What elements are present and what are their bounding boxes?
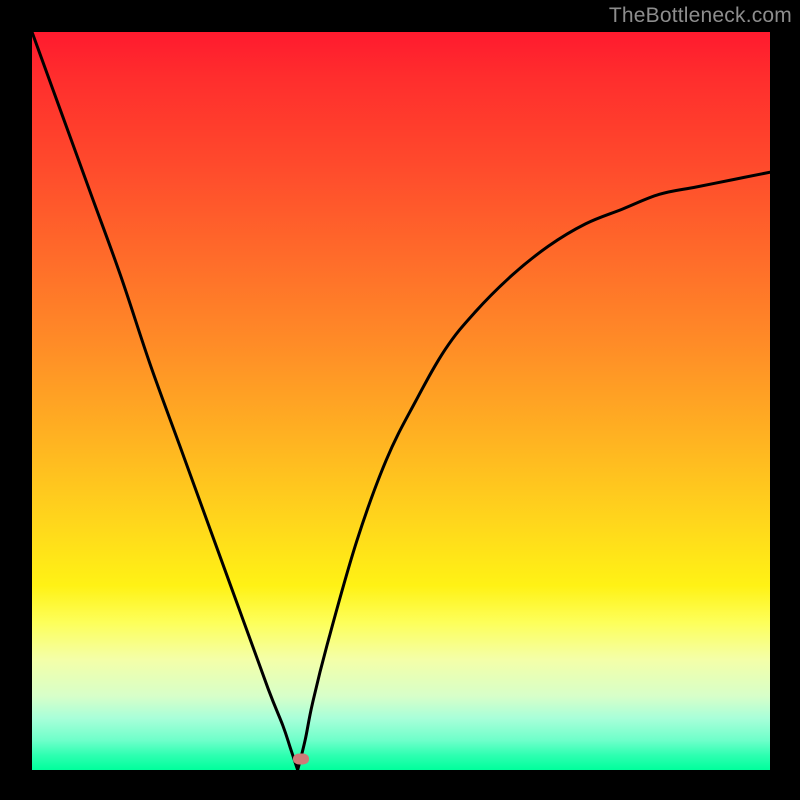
- plot-area: [32, 32, 770, 770]
- chart-stage: TheBottleneck.com: [0, 0, 800, 800]
- bottleneck-curve: [32, 32, 770, 770]
- vertex-marker: [293, 753, 309, 764]
- watermark-text: TheBottleneck.com: [609, 4, 792, 28]
- curve-path: [32, 32, 770, 770]
